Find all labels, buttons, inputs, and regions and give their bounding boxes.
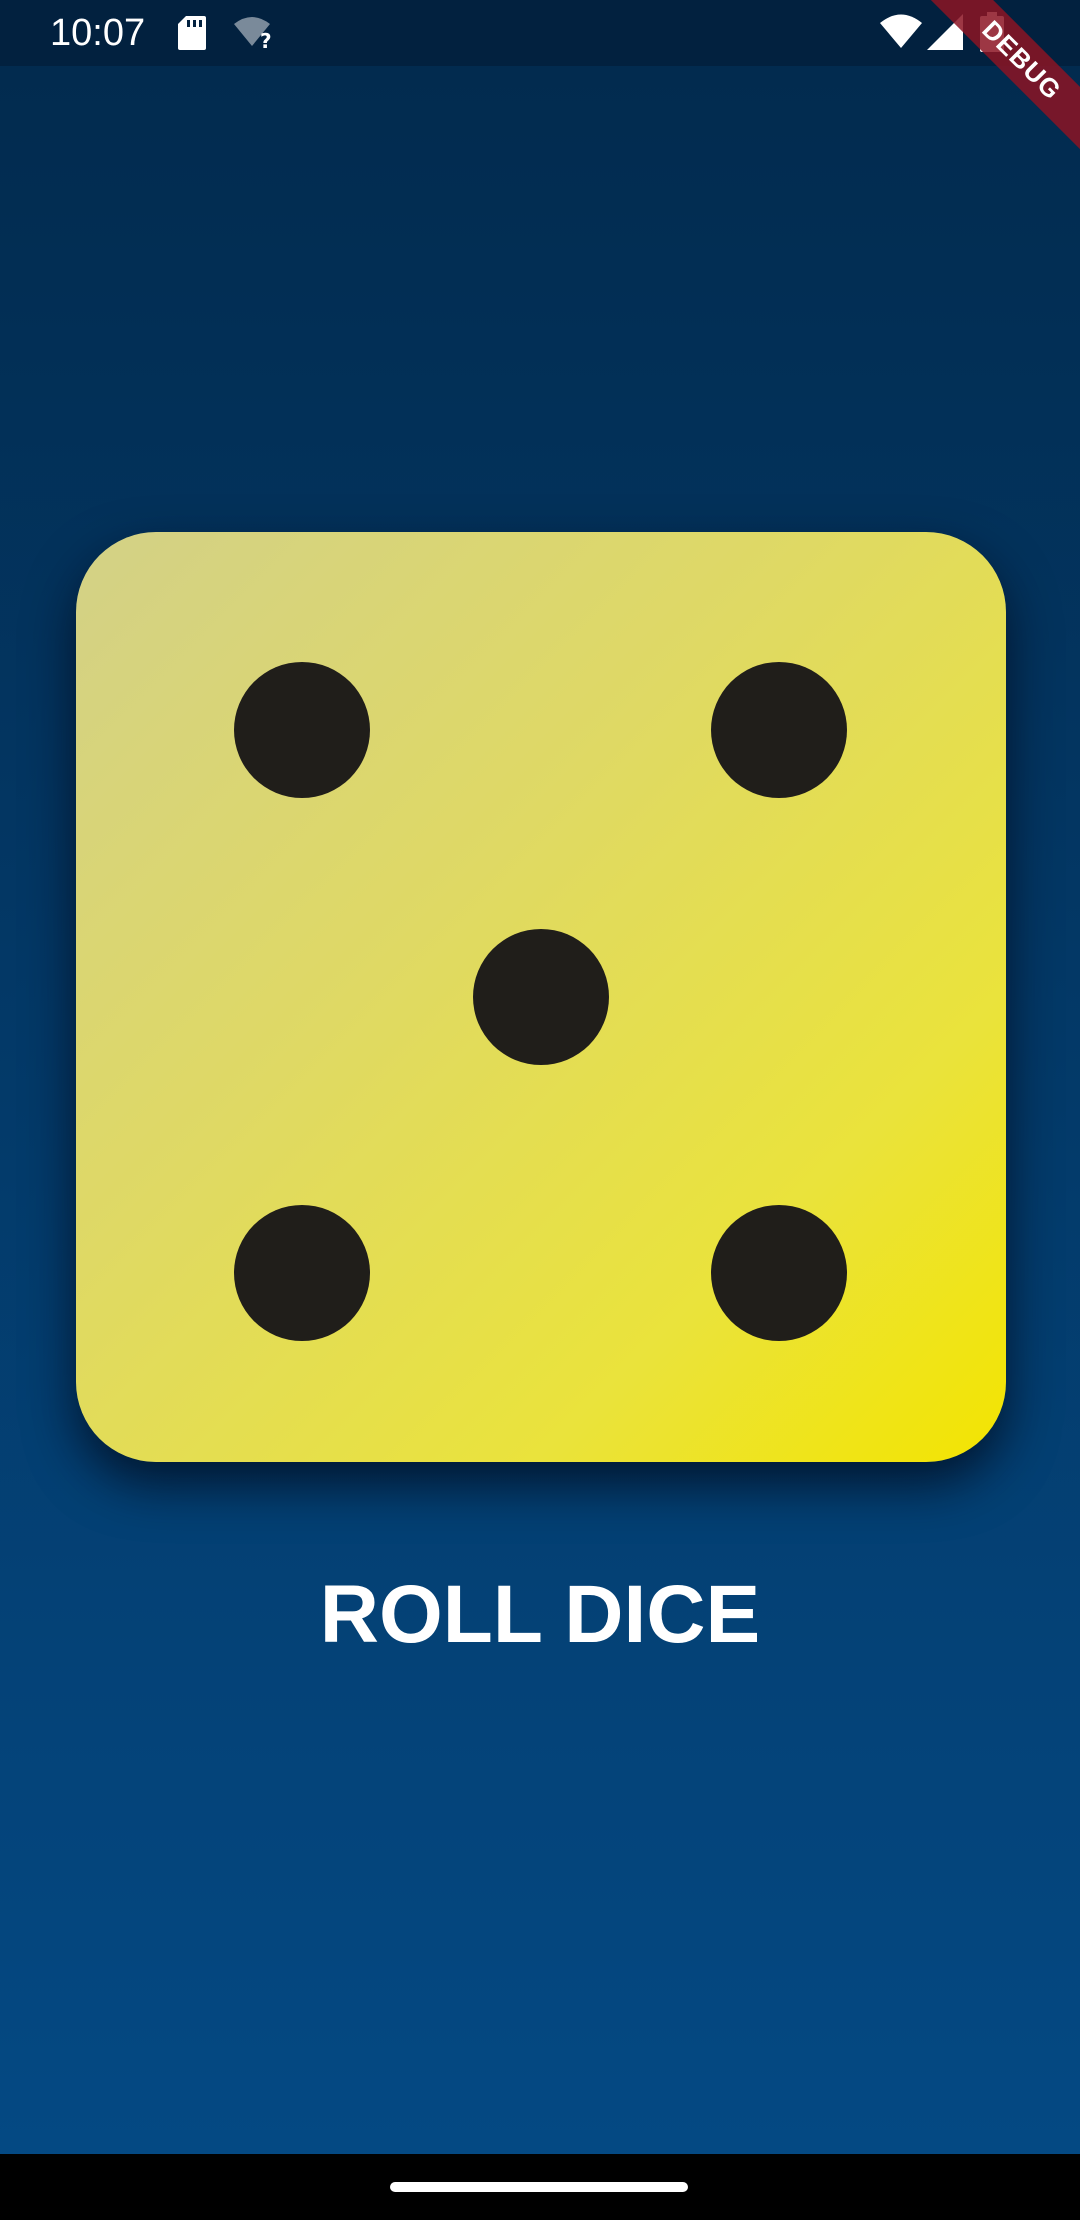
- battery-icon: [980, 12, 1004, 57]
- dice-face[interactable]: [76, 532, 1006, 1462]
- signal-icon: [927, 14, 963, 55]
- sd-card-icon: [178, 16, 206, 55]
- dice-pip: [234, 1205, 370, 1341]
- dice-pip: [234, 662, 370, 798]
- home-gesture-handle[interactable]: [390, 2182, 688, 2192]
- status-time: 10:07: [50, 12, 146, 54]
- svg-text:?: ?: [260, 29, 272, 50]
- dice-pip: [473, 929, 609, 1065]
- status-bar: 10:07 ?: [0, 0, 1080, 66]
- wifi-unknown-icon: ?: [232, 16, 276, 55]
- roll-dice-button[interactable]: ROLL DICE: [290, 1555, 790, 1675]
- wifi-icon: [880, 14, 922, 53]
- app-screen: 10:07 ? DEBUG ROLL DICE: [0, 0, 1080, 2220]
- dice-pip: [711, 662, 847, 798]
- dice-pip: [711, 1205, 847, 1341]
